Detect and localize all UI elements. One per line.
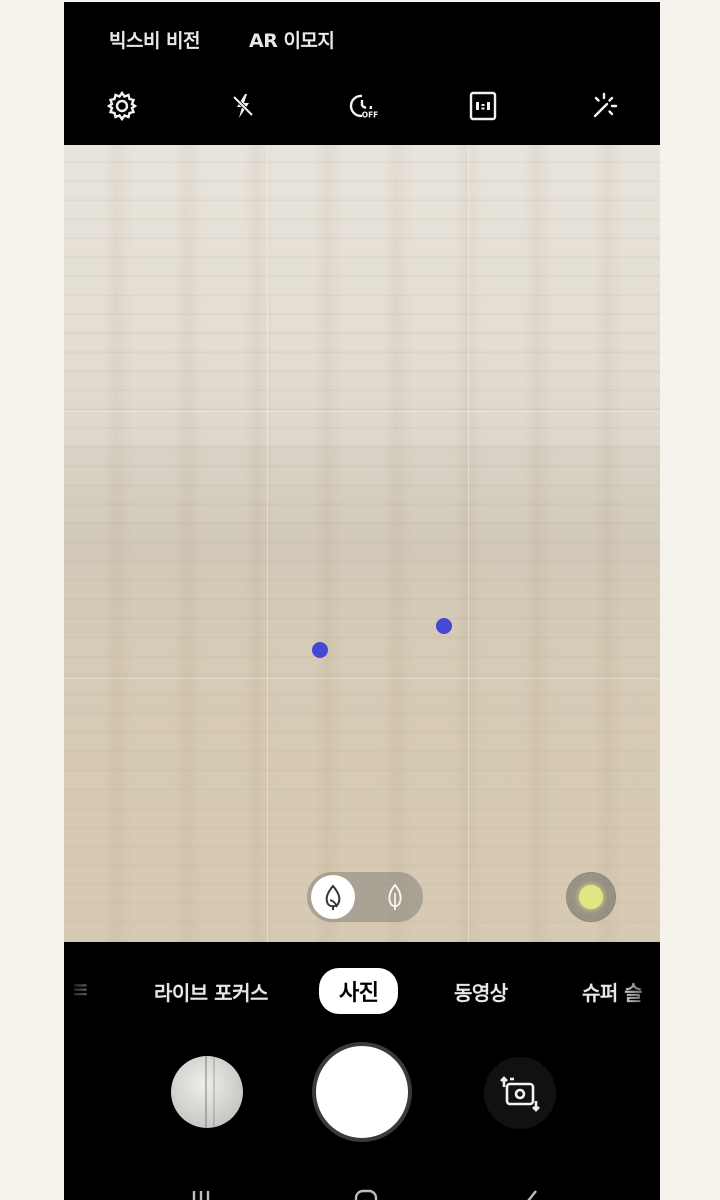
camera-viewfinder[interactable] — [64, 145, 660, 942]
thumbnail-texture — [205, 1056, 207, 1128]
timer-off-icon[interactable]: OFF — [342, 86, 382, 126]
thumbnail-texture — [213, 1056, 215, 1128]
bixby-vision-link[interactable]: 빅스비 비전 — [109, 26, 201, 53]
focus-leaf-icon[interactable] — [311, 875, 355, 919]
top-links: 빅스비 비전 AR 이모지 — [64, 22, 660, 56]
mode-live-focus[interactable]: 라이브 포커스 — [154, 977, 268, 1006]
camera-app: 빅스비 비전 AR 이모지 OFF 라이브 포커스 사진 동영상 슈퍼 슬 — [64, 2, 660, 1200]
mode-bar-fade-right — [620, 960, 660, 1016]
sparkle-effects-icon[interactable] — [584, 86, 624, 126]
grid-line — [468, 145, 469, 942]
gear-icon[interactable] — [102, 86, 142, 126]
timer-badge: OFF — [362, 111, 379, 120]
scene-optimizer-toggle[interactable] — [307, 872, 423, 922]
grid-line — [64, 411, 660, 412]
gallery-thumbnail[interactable] — [171, 1056, 243, 1128]
lens-indicator[interactable] — [566, 872, 616, 922]
camera-toolbar: OFF — [64, 82, 660, 132]
mode-photo[interactable]: 사진 — [319, 968, 399, 1014]
focus-point — [436, 618, 452, 634]
ar-emoji-link[interactable]: AR 이모지 — [249, 26, 335, 53]
leaf-outline-icon[interactable] — [373, 875, 417, 919]
mode-bar-fade-left — [64, 960, 94, 1016]
focus-point — [312, 642, 328, 658]
lens-indicator-dot — [579, 885, 603, 909]
grid-line — [267, 145, 268, 942]
recent-apps-icon[interactable] — [186, 1185, 216, 1200]
home-icon[interactable] — [351, 1185, 381, 1200]
flash-off-icon[interactable] — [223, 86, 263, 126]
back-icon[interactable] — [516, 1185, 546, 1200]
wood-grain-texture — [64, 145, 660, 942]
system-nav-bar — [64, 1177, 660, 1200]
grid-line — [64, 678, 660, 679]
mode-video[interactable]: 동영상 — [454, 977, 508, 1006]
switch-camera-icon[interactable] — [484, 1057, 556, 1129]
camera-mode-bar: ≡ 라이브 포커스 사진 동영상 슈퍼 슬 — [64, 960, 660, 1016]
aspect-ratio-icon[interactable] — [463, 86, 503, 126]
shutter-button[interactable] — [312, 1042, 412, 1142]
